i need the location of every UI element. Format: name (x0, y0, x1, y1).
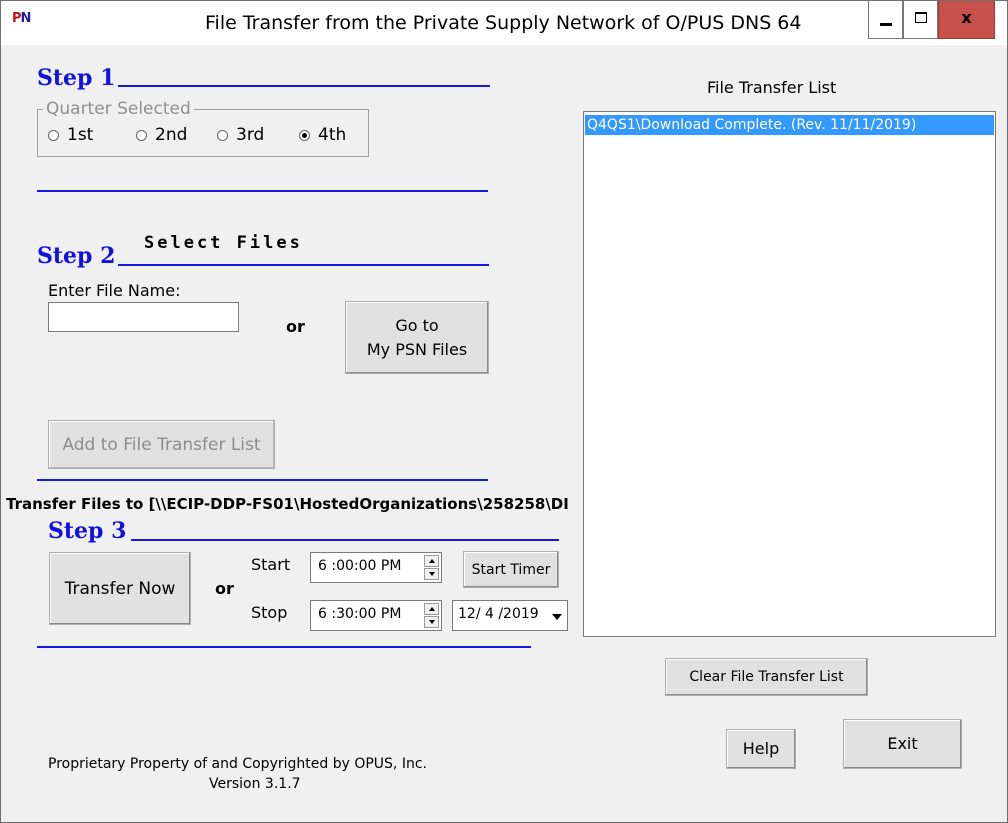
file-transfer-listbox[interactable]: Q4QS1\Download Complete. (Rev. 11/11/201… (583, 111, 996, 637)
or-text-step3: or (215, 579, 234, 598)
stop-time-picker[interactable]: 6 :30:00 PM (310, 600, 442, 631)
exit-button[interactable]: Exit (843, 719, 962, 769)
file-transfer-list-title: File Transfer List (707, 78, 837, 97)
radio-quarter-1st[interactable]: 1st (48, 125, 93, 145)
step2-label: Step 2 (37, 243, 116, 269)
or-text: or (286, 317, 305, 336)
quarter-group-label: Quarter Selected (43, 99, 194, 119)
title-bar: PN File Transfer from the Private Supply… (1, 1, 1007, 45)
help-button[interactable]: Help (726, 729, 796, 769)
chevron-down-icon[interactable] (548, 602, 566, 630)
radio-quarter-3rd[interactable]: 3rd (217, 125, 264, 145)
transfer-destination-text: Transfer Files to [\\ECIP-DDP-FS01\Hoste… (6, 495, 569, 513)
close-icon: x (961, 8, 972, 27)
spin-up-icon[interactable] (424, 603, 439, 615)
step1-bottom-divider (37, 190, 488, 192)
stop-label: Stop (251, 603, 288, 622)
copyright-text: Proprietary Property of and Copyrighted … (48, 756, 427, 772)
app-window: PN File Transfer from the Private Supply… (0, 0, 1008, 823)
radio-quarter-2nd[interactable]: 2nd (136, 125, 187, 145)
step1-divider (118, 85, 490, 87)
date-picker[interactable]: 12/ 4 /2019 (452, 600, 568, 631)
radio-button-selected-icon (299, 129, 310, 141)
maximize-button[interactable] (903, 1, 938, 39)
minimize-button[interactable] (868, 1, 903, 39)
radio-button-icon (136, 129, 147, 141)
start-label: Start (251, 555, 291, 574)
close-button[interactable]: x (938, 1, 995, 39)
radio-button-icon (217, 129, 228, 141)
radio-quarter-4th[interactable]: 4th (299, 125, 346, 145)
window-title: File Transfer from the Private Supply Ne… (205, 12, 802, 34)
start-timer-button[interactable]: Start Timer (463, 551, 559, 588)
step2-bottom-divider (37, 479, 488, 481)
spin-down-icon[interactable] (424, 616, 439, 628)
step3-divider (131, 539, 559, 541)
add-to-file-transfer-list-button[interactable]: Add to File Transfer List (48, 420, 275, 469)
maximize-icon (914, 12, 927, 23)
list-item[interactable]: Q4QS1\Download Complete. (Rev. 11/11/201… (585, 115, 994, 135)
select-files-heading: Select Files (144, 233, 303, 253)
step1-label: Step 1 (37, 65, 116, 91)
file-name-input[interactable] (48, 302, 239, 332)
spin-up-icon[interactable] (424, 555, 439, 567)
version-text: Version 3.1.7 (209, 776, 301, 792)
file-name-label: Enter File Name: (48, 281, 181, 300)
step3-bottom-divider (37, 646, 531, 648)
minimize-icon (879, 23, 892, 26)
step2-divider (118, 264, 489, 266)
go-to-my-psn-files-button[interactable]: Go to My PSN Files (345, 301, 489, 374)
start-time-picker[interactable]: 6 :00:00 PM (310, 552, 442, 583)
radio-button-icon (48, 129, 59, 141)
spin-down-icon[interactable] (424, 568, 439, 580)
app-logo-icon: PN (12, 11, 31, 26)
step3-label: Step 3 (48, 518, 127, 544)
transfer-now-button[interactable]: Transfer Now (49, 552, 191, 625)
clear-file-transfer-list-button[interactable]: Clear File Transfer List (665, 658, 868, 696)
